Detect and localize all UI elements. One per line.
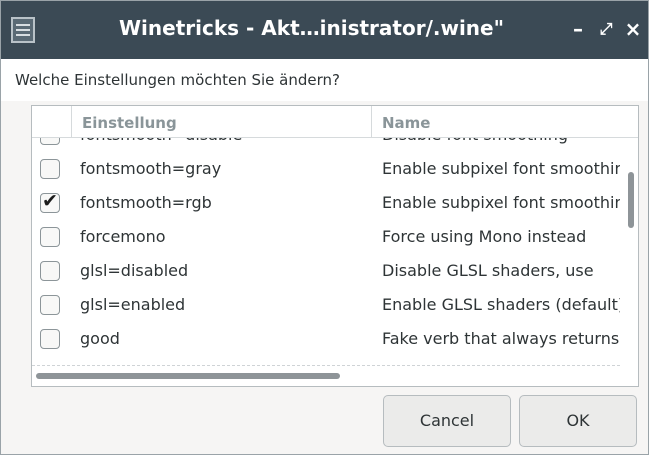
row-setting: glsl=enabled [80,295,186,314]
list-header: Einstellung Name [32,106,638,138]
close-button[interactable]: × [622,15,644,43]
row-name: Force using Mono instead [382,227,587,246]
row-name: Disable font smoothing [382,138,620,144]
list-rows: fontsmooth=disable Disable font smoothing… [32,138,620,366]
list-row[interactable]: glsl=enabled Enable GLSL shaders (default… [32,288,620,322]
title-bar[interactable]: Winetricks - Akt…inistrator/.wine" – ⤢ × [1,1,648,59]
list-row[interactable]: good Fake verb that always returns [32,322,620,356]
row-setting: glsl=disabled [80,261,189,280]
row-name: Enable subpixel font smoothing [382,193,620,212]
row-name: Disable GLSL shaders, use [382,261,594,280]
checkmark-icon: ✔ [42,190,58,212]
window-menu-icon[interactable] [11,17,35,43]
row-name: Enable subpixel font smoothing [382,159,620,178]
row-checkbox[interactable] [40,159,60,179]
settings-list: Einstellung Name fontsmooth=disable Disab… [31,105,639,387]
row-setting: good [80,329,120,348]
column-header-check[interactable] [32,106,72,137]
row-checkbox[interactable] [40,329,60,349]
list-row[interactable]: glsl=disabled Disable GLSL shaders, use [32,254,620,288]
row-name: Enable GLSL shaders (default) [382,295,620,314]
maximize-button[interactable]: ⤢ [595,15,617,43]
window-title: Winetricks - Akt…inistrator/.wine" [119,16,505,40]
row-checkbox[interactable]: ✔ [40,190,60,213]
dialog-prompt: Welche Einstellungen möchten Sie ändern? [1,59,648,101]
row-setting: fontsmooth=rgb [80,193,212,212]
horizontal-scroll-thumb[interactable] [36,373,340,379]
ok-button[interactable]: OK [519,395,637,447]
horizontal-scrollbar[interactable] [32,366,638,386]
winetricks-dialog: Winetricks - Akt…inistrator/.wine" – ⤢ ×… [0,0,649,455]
vertical-scrollbar[interactable] [623,138,638,366]
row-name: Fake verb that always returns [382,329,620,348]
column-header-setting[interactable]: Einstellung [72,106,372,137]
minimize-button[interactable]: – [567,15,589,43]
row-setting: fontsmooth=gray [80,159,222,178]
row-checkbox[interactable] [40,138,60,145]
list-row[interactable]: fontsmooth=gray Enable subpixel font smoo… [32,152,620,186]
list-row[interactable]: forcemono Force using Mono instead [32,220,620,254]
row-setting: forcemono [80,227,166,246]
cancel-button[interactable]: Cancel [383,395,511,447]
row-checkbox[interactable] [40,295,60,315]
row-checkbox[interactable] [40,227,60,247]
vertical-scroll-thumb[interactable] [628,172,634,228]
row-checkbox[interactable] [40,261,60,281]
column-header-name[interactable]: Name [372,106,622,137]
row-setting: fontsmooth=disable [80,138,242,144]
list-row[interactable]: ✔ fontsmooth=rgb Enable subpixel font smoo… [32,186,620,220]
list-row[interactable]: fontsmooth=disable Disable font smoothing [32,138,620,152]
